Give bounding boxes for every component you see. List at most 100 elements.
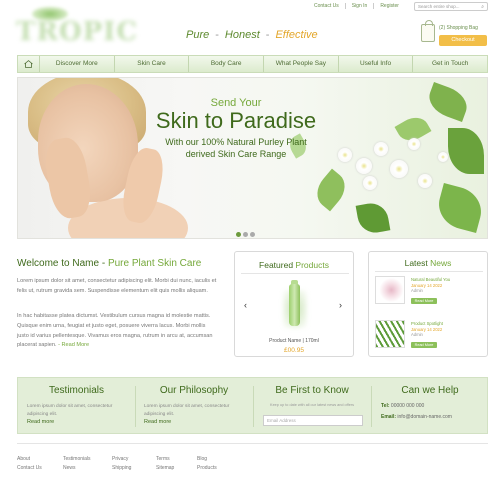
main-nav: Discover More Skin Care Body Care What P… [17, 55, 488, 73]
news-read-more-button[interactable]: Read More [411, 298, 437, 304]
featured-products: Featured Products ‹ › Product Name | 170… [234, 251, 354, 357]
footer-col-2: Testimonials News [63, 455, 91, 472]
footer-divider [17, 443, 488, 444]
slider-dot-2[interactable] [243, 232, 248, 237]
news-thumb-1[interactable] [375, 276, 405, 304]
footer-col-5: Blog Products [197, 455, 217, 472]
slider-dot-1[interactable] [236, 232, 241, 237]
news-item-author: Admin [411, 288, 423, 293]
featured-title: Featured Products [235, 260, 353, 270]
footer-link-testimonials[interactable]: Testimonials [63, 455, 91, 464]
footer-link-sitemap[interactable]: Sitemap [156, 464, 174, 473]
latest-news: Latest News Natural Beautiful You Januar… [368, 251, 488, 357]
footer-col-4: Terms Sitemap [156, 455, 174, 472]
footer-link-products[interactable]: Products [197, 464, 217, 473]
logo-text: TROPIC [16, 17, 139, 47]
nav-home[interactable] [18, 56, 40, 72]
tel-label: Tel: [381, 403, 390, 409]
product-price: £00.95 [284, 347, 304, 354]
welcome-read-more-link[interactable]: - Read More [58, 342, 89, 348]
hero-banner[interactable]: Send Your Skin to Paradise With our 100%… [17, 77, 488, 239]
testimonials-section: Testimonials Lorem ipsum dolor sit amet,… [18, 378, 135, 433]
email-label: Email: [381, 414, 397, 420]
sign-in-link[interactable]: Sign In [344, 3, 374, 9]
news-item-author: Admin [411, 332, 423, 337]
news-title: Latest News [369, 258, 487, 268]
footer-link-privacy[interactable]: Privacy [112, 455, 131, 464]
news-thumb-2[interactable] [375, 320, 405, 348]
divider [375, 271, 483, 272]
philosophy-section: Our Philosophy Lorem ipsum dolor sit ame… [135, 378, 253, 433]
search-input[interactable]: Search entire shop... ⌕ [414, 2, 488, 11]
news-item-2: Product Spotlight January 14 2022 Admin [411, 321, 443, 338]
tagline-sep-1: - [215, 29, 219, 41]
home-icon [24, 60, 33, 68]
news-title-b: News [430, 258, 452, 268]
search-placeholder: Search entire shop... [418, 4, 460, 9]
nav-useful-info[interactable]: Useful Info [339, 56, 414, 72]
divider [241, 273, 349, 274]
logo[interactable]: TROPIC [16, 7, 137, 49]
welcome-title-b: Pure Plant Skin Care [107, 258, 202, 269]
help-title: Can we Help [401, 385, 459, 396]
philosophy-text: Lorem ipsum dolor sit amet, consectetur … [144, 404, 230, 417]
news-read-more-button[interactable]: Read More [411, 342, 437, 348]
footer-link-news[interactable]: News [63, 464, 91, 473]
email-field[interactable]: Email Address [263, 415, 363, 426]
welcome-paragraph-2-text: In hac habitasse platea dictumst. Vestib… [17, 313, 213, 349]
footer-link-contact-us[interactable]: Contact Us [17, 464, 42, 473]
product-image[interactable] [283, 280, 307, 330]
testimonials-read-more-link[interactable]: Read more [27, 419, 54, 425]
tagline-effective: Effective [275, 29, 318, 41]
footer-col-3: Privacy Shipping [112, 455, 131, 472]
featured-title-b: Products [295, 260, 329, 270]
news-item-title[interactable]: Natural Beautiful You [411, 277, 450, 283]
email-value[interactable]: info@domain-name.com [397, 414, 452, 420]
nav-body-care[interactable]: Body Care [189, 56, 265, 72]
hero-line-3a: With our 100% Natural Purley Plant [165, 137, 307, 147]
welcome-paragraph-2: In hac habitasse platea dictumst. Vestib… [17, 312, 217, 351]
contact-email: Email: info@domain-name.com [381, 414, 452, 420]
tel-value[interactable]: 00000 000 000 [391, 403, 424, 409]
philosophy-title: Our Philosophy [159, 385, 229, 396]
testimonials-text: Lorem ipsum dolor sit amet, consectetur … [27, 404, 113, 417]
slider-dots [236, 232, 255, 237]
slider-dot-3[interactable] [250, 232, 255, 237]
welcome-paragraph-1: Lorem ipsum dolor sit amet, consectetur … [17, 278, 217, 294]
nav-skin-care[interactable]: Skin Care [115, 56, 190, 72]
info-band: Testimonials Lorem ipsum dolor sit amet,… [17, 377, 488, 434]
footer-link-shipping[interactable]: Shipping [112, 464, 131, 473]
product-name[interactable]: Product Name | 170ml [235, 338, 353, 344]
nav-what-people-say[interactable]: What People Say [264, 56, 339, 72]
help-section: Can we Help Tel: 00000 000 000 Email: in… [371, 378, 489, 433]
welcome-title: Welcome to Name - Pure Plant Skin Care [17, 258, 201, 269]
footer-link-about[interactable]: About [17, 455, 42, 464]
contact-us-link[interactable]: Contact Us [308, 3, 345, 9]
testimonials-title: Testimonials [48, 385, 105, 396]
tagline: Pure - Honest - Effective [186, 29, 318, 41]
checkout-button[interactable]: Checkout [439, 35, 487, 46]
hero-line-3: With our 100% Natural Purley Plant deriv… [150, 136, 322, 160]
footer-link-blog[interactable]: Blog [197, 455, 217, 464]
tagline-pure: Pure [186, 29, 210, 41]
nav-discover-more[interactable]: Discover More [40, 56, 115, 72]
arrow-right-icon[interactable]: › [339, 300, 342, 310]
arrow-left-icon[interactable]: ‹ [244, 300, 247, 310]
search-icon[interactable]: ⌕ [481, 4, 484, 10]
tagline-sep-2: - [265, 29, 270, 41]
hero-line-2: Skin to Paradise [155, 108, 317, 133]
welcome-title-a: Welcome to Name - [17, 258, 108, 269]
nav-get-in-touch[interactable]: Get in Touch [413, 56, 487, 72]
register-link[interactable]: Register [373, 3, 405, 9]
footer-link-terms[interactable]: Terms [156, 455, 174, 464]
hero-line-3b: derived Skin Care Range [185, 149, 287, 159]
shopping-bag-icon[interactable] [421, 20, 435, 42]
top-links: Contact Us Sign In Register [308, 3, 405, 9]
shopping-bag-label[interactable]: (2) Shopping Bag [439, 25, 478, 31]
tagline-honest: Honest [224, 29, 260, 41]
newsletter-text: Keep up to date with all our latest news… [270, 403, 354, 407]
philosophy-read-more-link[interactable]: Read more [144, 419, 171, 425]
news-item-title[interactable]: Product Spotlight [411, 321, 443, 327]
newsletter-section: Be First to Know Keep up to date with al… [253, 378, 371, 433]
news-title-a: Latest [404, 258, 431, 268]
